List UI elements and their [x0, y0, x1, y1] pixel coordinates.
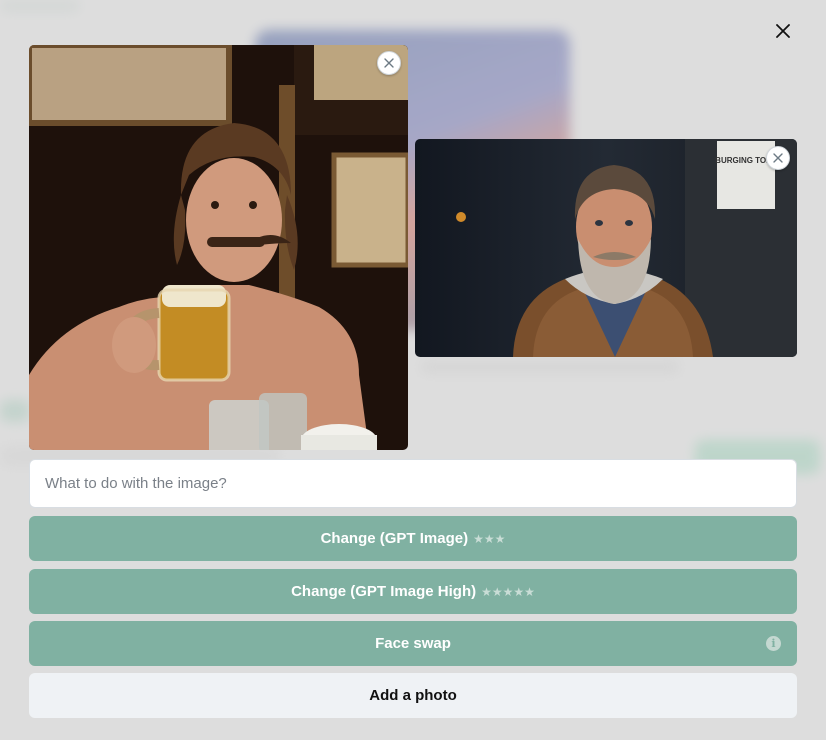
close-icon: [384, 58, 394, 68]
change-gpt-image-button[interactable]: Change (GPT Image) ★★★: [29, 516, 797, 561]
prompt-input[interactable]: [29, 459, 797, 508]
change-gpt-image-label: Change (GPT Image): [320, 530, 469, 547]
remove-image-1-button[interactable]: [377, 51, 401, 75]
info-icon[interactable]: i: [766, 636, 781, 651]
uploaded-image-1: [29, 45, 408, 450]
uploaded-image-2: BURGING TOLK: [415, 139, 797, 357]
face-swap-button[interactable]: Face swap i: [29, 621, 797, 666]
close-icon: [776, 24, 790, 38]
quality-stars: ★★★: [473, 531, 506, 546]
change-gpt-image-high-label: Change (GPT Image High): [291, 583, 477, 600]
change-gpt-image-high-button[interactable]: Change (GPT Image High) ★★★★★: [29, 569, 797, 614]
add-photo-label: Add a photo: [369, 687, 457, 704]
face-swap-label: Face swap: [375, 635, 451, 652]
photo-man-with-beer: [29, 45, 408, 450]
remove-image-2-button[interactable]: [766, 146, 790, 170]
quality-stars: ★★★★★: [481, 584, 535, 599]
close-icon: [773, 153, 783, 163]
add-photo-button[interactable]: Add a photo: [29, 673, 797, 718]
close-modal-button[interactable]: [770, 18, 796, 44]
photo-bearded-man: BURGING TOLK: [415, 139, 797, 357]
